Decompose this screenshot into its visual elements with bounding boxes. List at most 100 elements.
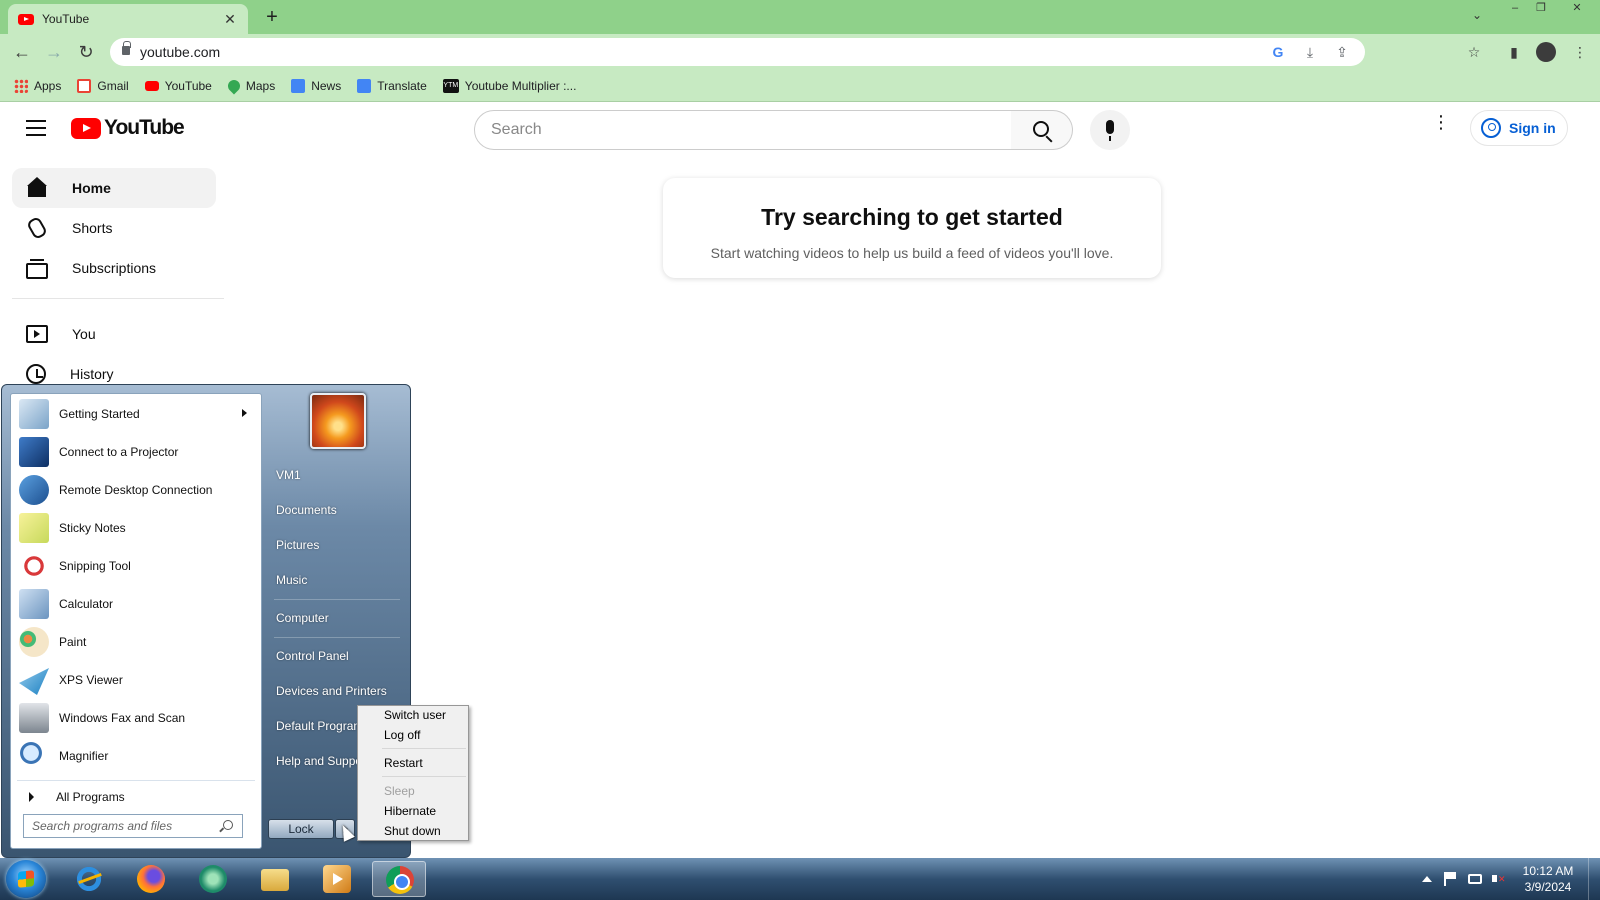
file-explorer-icon [261,869,289,891]
minimize-button[interactable]: – [1504,0,1526,18]
start-link-music[interactable]: Music [276,566,406,594]
start-links-divider [274,637,400,638]
bookmark-news[interactable]: News [291,78,341,93]
taskbar-firefox[interactable] [124,861,178,897]
firefox-icon [137,865,165,893]
start-links-divider [274,599,400,600]
close-window-button[interactable]: ✕ [1566,0,1588,18]
gmail-icon [77,78,92,93]
taskbar-file-explorer[interactable] [248,861,302,897]
sidebar-item-subscriptions[interactable]: Subscriptions [12,248,216,288]
tab-search-chevron-icon[interactable]: ⌄ [1472,8,1482,22]
show-hidden-icons-icon[interactable] [1422,876,1432,882]
address-bar[interactable]: youtube.com G ⤓ ⇪ [110,38,1365,66]
program-xps-viewer[interactable]: XPS Viewer [15,662,259,698]
menu-icon[interactable] [26,120,46,136]
search-input[interactable] [474,110,1012,150]
lock-button[interactable]: Lock [268,819,334,839]
taskbar-media-player[interactable] [310,861,364,897]
search-button[interactable] [1011,110,1073,150]
start-search-input[interactable] [23,814,243,838]
program-fax-scan[interactable]: Windows Fax and Scan [15,700,259,736]
install-app-icon[interactable]: ⤓ [1300,42,1320,62]
youtube-logo[interactable]: YouTube [71,116,185,140]
google-lens-icon[interactable]: G [1268,42,1288,62]
news-icon [291,78,306,93]
all-programs-button[interactable]: All Programs [21,784,257,810]
power-log-off[interactable]: Log off [384,726,420,744]
bookmark-maps[interactable]: Maps [225,77,275,94]
empty-feed-card: Try searching to get started Start watch… [663,178,1161,278]
system-clock[interactable]: 10:12 AM 3/9/2024 [1516,863,1580,895]
bookmark-translate[interactable]: Translate [357,78,427,93]
search-icon [1033,121,1049,137]
bookmark-apps[interactable]: Apps [14,78,61,93]
back-button[interactable]: ← [10,40,34,64]
power-switch-user[interactable]: Switch user [384,706,446,724]
start-link-computer[interactable]: Computer [276,604,406,632]
tab-youtube[interactable]: YouTube ✕ [8,4,248,34]
network-icon[interactable] [1468,874,1482,884]
chrome-menu-icon[interactable]: ⋮ [1570,42,1590,62]
start-link-control-panel[interactable]: Control Panel [276,642,406,670]
power-hibernate[interactable]: Hibernate [384,802,436,820]
program-getting-started[interactable]: Getting Started [15,396,259,432]
sidebar-divider [12,298,224,299]
program-sticky-notes[interactable]: Sticky Notes [15,510,259,546]
taskbar-chrome[interactable] [372,861,426,897]
translate-icon [357,78,372,93]
program-remote-desktop[interactable]: Remote Desktop Connection [15,472,259,508]
start-link-vm1[interactable]: VM1 [276,461,406,489]
youtube-logo-text: YouTube [104,116,185,139]
program-calculator[interactable]: Calculator [15,586,259,622]
bookmark-youtube-multiplier[interactable]: YTM Youtube Multiplier :... [442,78,576,93]
bookmark-youtube[interactable]: YouTube [144,79,212,93]
chrome-icon [386,866,414,894]
taskbar-internet-explorer[interactable] [62,861,116,897]
program-magnifier[interactable]: Magnifier [15,738,259,774]
sidebar-item-you[interactable]: You [12,314,216,354]
new-tab-button[interactable]: + [262,6,282,29]
start-link-devices-printers[interactable]: Devices and Printers [276,677,406,705]
sign-in-button[interactable]: Sign in [1470,110,1568,146]
remote-desktop-icon [19,475,49,505]
history-icon [26,364,46,384]
share-icon[interactable]: ⇪ [1332,42,1352,62]
start-button[interactable] [6,860,46,898]
start-link-pictures[interactable]: Pictures [276,531,406,559]
bookmark-star-icon[interactable]: ☆ [1464,42,1484,62]
user-picture[interactable] [310,393,366,449]
side-panel-icon[interactable]: ▮ [1504,42,1524,62]
power-shut-down[interactable]: Shut down [384,822,441,840]
shorts-icon [25,215,49,241]
program-paint[interactable]: Paint [15,624,259,660]
bookmark-gmail[interactable]: Gmail [77,78,129,93]
vpn-icon [199,865,227,893]
sidebar-item-shorts[interactable]: Shorts [12,208,216,248]
voice-search-button[interactable] [1090,110,1130,150]
power-restart[interactable]: Restart [384,754,423,772]
start-search-icon[interactable] [223,820,233,830]
empty-feed-subtitle: Start watching videos to help us build a… [710,245,1114,261]
youtube-favicon-icon [18,13,34,25]
sidebar-item-home[interactable]: Home [12,168,216,208]
program-connect-projector[interactable]: Connect to a Projector [15,434,259,470]
reload-button[interactable]: ↻ [74,40,98,64]
internet-explorer-icon [75,865,103,893]
calculator-icon [19,589,49,619]
url-text[interactable]: youtube.com [140,44,220,60]
action-center-flag-icon[interactable] [1444,872,1458,886]
show-desktop-button[interactable] [1588,858,1600,900]
lock-icon[interactable] [122,41,131,55]
settings-kebab-icon[interactable]: ⋮ [1432,113,1450,142]
volume-muted-icon[interactable] [1492,872,1506,886]
fax-scan-icon [19,703,49,733]
tab-close-icon[interactable]: ✕ [222,11,238,28]
start-link-documents[interactable]: Documents [276,496,406,524]
program-snipping-tool[interactable]: Snipping Tool [15,548,259,584]
power-options-menu: Switch user Log off Restart Sleep Hibern… [357,705,469,841]
taskbar-vpn[interactable] [186,861,240,897]
forward-button[interactable]: → [42,40,66,64]
profile-avatar-icon[interactable] [1536,42,1556,62]
restore-button[interactable]: ❐ [1530,0,1552,18]
